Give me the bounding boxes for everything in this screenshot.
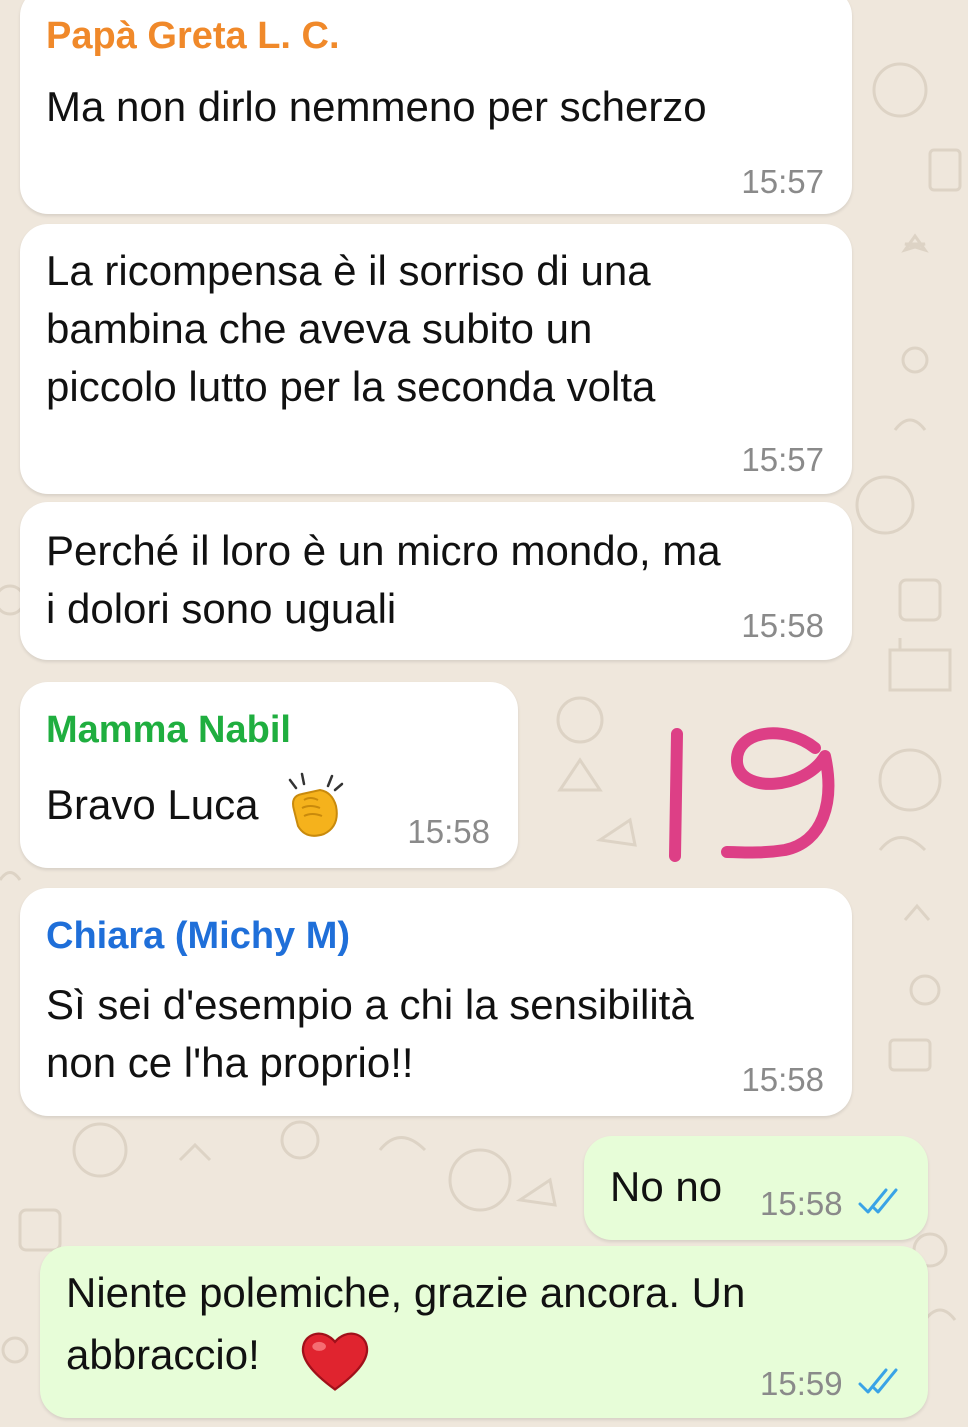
message-text-line: Sì sei d'esempio a chi la sensibilità (46, 981, 694, 1028)
read-receipt-icon (858, 1368, 898, 1394)
handwritten-annotation (669, 727, 835, 862)
message-bubble[interactable]: Mamma Nabil Bravo Luca 15:58 (20, 682, 518, 868)
message-time: 15:57 (741, 441, 824, 478)
message-text: Ma non dirlo nemmeno per scherzo (46, 83, 707, 130)
sender-name[interactable]: Papà Greta L. C. (46, 14, 340, 58)
message-time: 15:59 (760, 1365, 843, 1402)
message-time: 15:58 (760, 1185, 843, 1222)
message-bubble[interactable]: Papà Greta L. C. Ma non dirlo nemmeno pe… (20, 0, 852, 214)
message-text: No no (610, 1163, 723, 1210)
message-text: Bravo Luca (46, 781, 259, 828)
message-text-line: abbraccio! (66, 1331, 260, 1378)
message-bubble[interactable]: Perché il loro è un micro mondo, ma i do… (20, 502, 852, 660)
message-text-line: Niente polemiche, grazie ancora. Un (66, 1269, 746, 1316)
message-bubble-outgoing[interactable]: No no 15:58 (584, 1136, 928, 1240)
message-text-line: Perché il loro è un micro mondo, ma (46, 527, 721, 574)
sender-name[interactable]: Chiara (Michy M) (46, 914, 350, 958)
message-text-line: i dolori sono uguali (46, 585, 397, 632)
sender-name[interactable]: Mamma Nabil (46, 708, 291, 752)
message-time: 15:58 (741, 607, 824, 644)
read-receipt-icon (858, 1188, 898, 1214)
message-text-line: La ricompensa è il sorriso di una (46, 247, 651, 294)
message-bubble[interactable]: Chiara (Michy M) Sì sei d'esempio a chi … (20, 888, 852, 1116)
message-bubble-outgoing[interactable]: Niente polemiche, grazie ancora. Un abbr… (40, 1246, 928, 1418)
message-text-line: non ce l'ha proprio!! (46, 1039, 414, 1086)
message-time: 15:57 (741, 163, 824, 200)
red-heart-emoji (301, 1332, 369, 1391)
message-text-line: piccolo lutto per la seconda volta (46, 363, 656, 410)
message-time: 15:58 (407, 813, 490, 850)
message-text-line: bambina che aveva subito un (46, 305, 593, 352)
clapping-hands-emoji (288, 772, 344, 837)
message-bubble[interactable]: La ricompensa è il sorriso di una bambin… (20, 224, 852, 494)
message-time: 15:58 (741, 1061, 824, 1098)
